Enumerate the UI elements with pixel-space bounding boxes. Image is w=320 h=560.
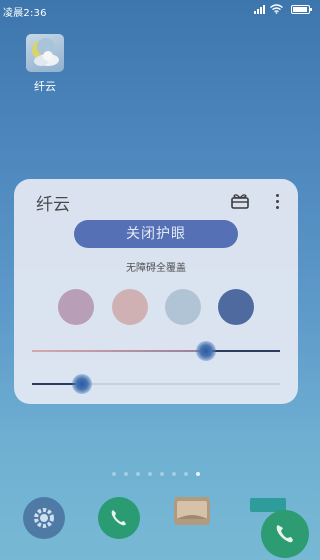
- app-icon-qianyun[interactable]: [26, 34, 64, 72]
- brightness-slider[interactable]: [32, 374, 280, 394]
- phone-app-icon[interactable]: [98, 497, 140, 539]
- eye-care-widget: 纤云 关闭护眼 无障碍全覆盖: [14, 179, 298, 404]
- toggle-eye-care-button[interactable]: 关闭护眼: [74, 220, 238, 248]
- phone-icon: [111, 510, 126, 526]
- status-time: 凌晨2:36: [3, 8, 47, 19]
- wifi-icon: [270, 4, 283, 14]
- gift-icon[interactable]: [230, 191, 250, 211]
- color-preset-peach[interactable]: [112, 289, 148, 325]
- settings-app-icon[interactable]: [23, 497, 65, 539]
- message-app-icon[interactable]: [174, 497, 210, 525]
- page-dot: [136, 472, 140, 476]
- page-dot: [124, 472, 128, 476]
- page-dot: [112, 472, 116, 476]
- page-dot: [148, 472, 152, 476]
- floating-call-button[interactable]: [261, 510, 309, 558]
- page-dot: [160, 472, 164, 476]
- app-label: 纤云: [34, 80, 56, 93]
- signal-icon: [254, 5, 267, 14]
- slider-thumb[interactable]: [71, 374, 92, 394]
- slider-track-filled: [32, 350, 206, 352]
- battery-icon: [291, 5, 312, 14]
- moon-cloud-icon: [32, 38, 59, 66]
- page-dot: [196, 472, 200, 476]
- more-options-icon[interactable]: [272, 191, 282, 211]
- color-preset-light-blue[interactable]: [165, 289, 201, 325]
- page-dot: [184, 472, 188, 476]
- phone-icon: [276, 525, 293, 543]
- status-icons: [248, 4, 312, 16]
- color-preset-dark-blue[interactable]: [218, 289, 254, 325]
- status-bar: 凌晨2:36: [0, 0, 314, 22]
- gear-icon: [34, 508, 54, 528]
- intensity-slider[interactable]: [32, 341, 280, 361]
- coverage-mode-label[interactable]: 无障碍全覆盖: [14, 259, 298, 274]
- message-icon: [177, 501, 207, 519]
- slider-track-rest: [81, 383, 280, 385]
- color-preset-pink[interactable]: [58, 289, 94, 325]
- slider-track-rest: [205, 350, 280, 352]
- widget-title: 纤云: [36, 195, 70, 215]
- page-dot: [172, 472, 176, 476]
- slider-thumb[interactable]: [195, 341, 216, 361]
